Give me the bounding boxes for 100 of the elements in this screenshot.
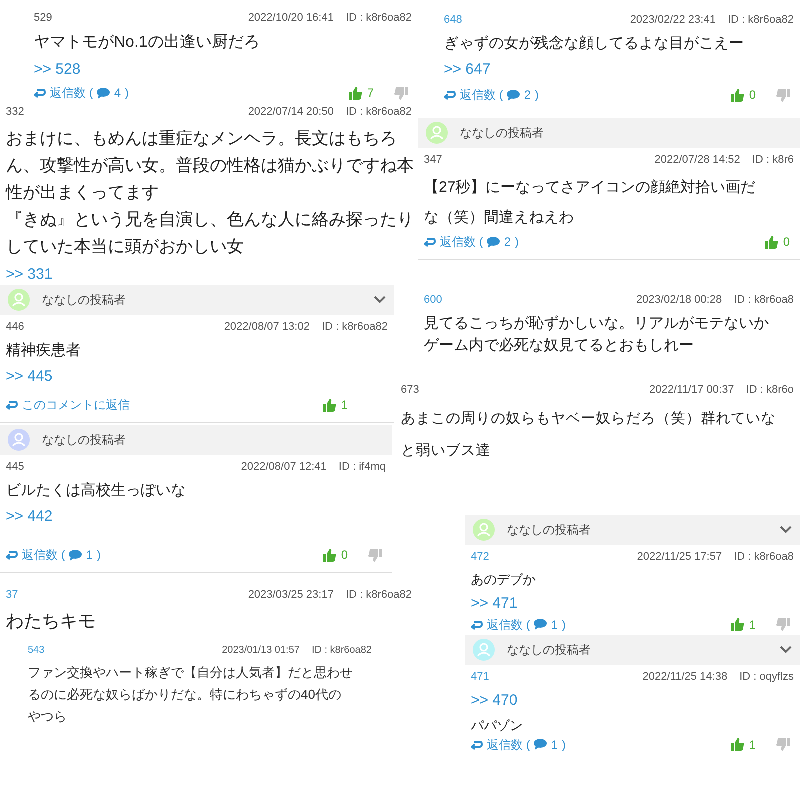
thumbs-up-icon[interactable] xyxy=(323,398,338,412)
thumbs-down-icon[interactable] xyxy=(394,86,408,100)
user-id: ID : if4mq xyxy=(338,460,386,475)
comment-text: 【27秒】にーなってさアイコンの顔絶対拾い画だ な（笑）間違えねえわ xyxy=(424,178,757,228)
thumbs-up-icon[interactable] xyxy=(731,618,746,631)
post-date: 2022/11/17 00:37 xyxy=(649,383,734,398)
post-date: 2022/07/28 14:52 xyxy=(654,153,740,168)
post-number: 673 xyxy=(401,383,420,398)
reply-arrow-icon xyxy=(471,740,483,750)
thumbs-down-icon[interactable] xyxy=(776,738,790,751)
reply-link[interactable]: 返信数 ( 1 ) xyxy=(471,616,566,633)
comment-text: あまこの周りの奴らもヤベー奴らだろ（笑）群れていな と弱いブス達 xyxy=(401,410,777,460)
reply-reference-link[interactable]: >> 471 xyxy=(471,593,518,616)
thumbs-up-icon[interactable] xyxy=(731,88,746,102)
reply-arrow-icon xyxy=(444,90,456,100)
user-id: ID : k8r6o xyxy=(746,383,794,398)
reply-link[interactable]: 返信数 ( 1 ) xyxy=(6,546,102,564)
reply-link[interactable]: 返信数 ( 4 ) xyxy=(34,84,130,102)
post-number[interactable]: 648 xyxy=(444,12,462,28)
speech-bubble-icon xyxy=(507,90,520,100)
like-button[interactable]: 0 xyxy=(731,86,756,104)
reply-link[interactable]: このコメントに返信 xyxy=(6,396,130,414)
post-date: 2022/11/25 17:57 xyxy=(637,550,722,565)
post-number: 445 xyxy=(6,460,24,475)
poster-name: ななしの投稿者 xyxy=(507,642,592,659)
thumbs-down-icon[interactable] xyxy=(368,548,382,562)
reply-arrow-icon xyxy=(471,620,483,630)
post-number[interactable]: 543 xyxy=(28,642,45,658)
like-button[interactable]: 0 xyxy=(765,233,790,251)
thumbs-up-icon[interactable] xyxy=(765,236,780,248)
like-button[interactable]: 1 xyxy=(731,736,756,753)
user-id: ID : k8r6oa8 xyxy=(734,550,794,565)
post-number: 446 xyxy=(6,320,24,335)
poster-name: ななしの投稿者 xyxy=(42,292,127,309)
post-date: 2022/11/25 14:38 xyxy=(642,670,728,685)
comment-text: 精神疾患者 xyxy=(6,340,82,360)
reply-arrow-icon xyxy=(6,550,18,560)
comment-text: おまけに、もめんは重症なメンヘラ。長文はもちろ ん、攻撃性が高い女。普段の性格は猫かぶりですね本 性が出まくってます 『きぬ』という兄を自演し、色んな人に絡み探ったり していた本当に頭がおかしい女 xyxy=(6,128,412,258)
post-date: 2022/10/20 16:41 xyxy=(248,11,334,26)
comment-text: ヤマトモがNo.1の出逢い厨だろ xyxy=(34,32,261,52)
reply-link[interactable]: 返信数 ( 1 ) xyxy=(471,736,566,753)
comment-text: ビルたくは高校生っぽいな xyxy=(6,480,187,500)
reply-arrow-icon xyxy=(424,237,436,247)
thumbs-up-icon[interactable] xyxy=(323,548,338,562)
post-number: 529 xyxy=(34,11,52,26)
chevron-down-icon[interactable] xyxy=(374,296,386,304)
like-button[interactable]: 0 xyxy=(323,546,348,564)
thumbs-up-icon[interactable] xyxy=(349,86,364,100)
user-id: ID : k8r6oa82 xyxy=(346,105,412,120)
like-button[interactable]: 1 xyxy=(731,616,756,633)
post-number: 347 xyxy=(424,153,442,168)
post-number[interactable]: 471 xyxy=(471,669,490,686)
reply-reference-link[interactable]: >> 647 xyxy=(444,59,491,82)
reply-link[interactable]: 返信数 ( 2 ) xyxy=(444,86,540,104)
thumbs-down-icon[interactable] xyxy=(776,618,790,631)
quoted-comment-text: ファン交換やハート稼ぎで【自分は人気者】だと思わせ るのに必死な奴らばかりだな。特にわちゃずの40代の やつら xyxy=(28,664,354,723)
post-date: 2023/03/25 23:17 xyxy=(248,588,334,603)
user-id: ID : k8r6oa8 xyxy=(734,293,794,308)
user-id: ID : k8r6oa82 xyxy=(312,644,372,658)
post-date: 2022/08/07 13:02 xyxy=(224,320,310,335)
chevron-down-icon[interactable] xyxy=(780,526,792,534)
reply-reference-link[interactable]: >> 331 xyxy=(6,264,53,283)
post-number[interactable]: 472 xyxy=(471,549,490,566)
post-date: 2022/08/07 12:41 xyxy=(241,460,327,475)
comment-text: ぎゃずの女が残念な顔してるよな目がこえー xyxy=(444,34,745,54)
post-date: 2023/02/22 23:41 xyxy=(630,13,716,28)
poster-name: ななしの投稿者 xyxy=(460,125,545,142)
speech-bubble-icon xyxy=(534,619,548,630)
post-number: 332 xyxy=(6,105,24,120)
thumbs-up-icon[interactable] xyxy=(731,738,746,751)
user-id: ID : k8r6oa82 xyxy=(322,320,388,335)
speech-bubble-icon xyxy=(534,739,548,750)
post-date: 2022/07/14 20:50 xyxy=(248,105,334,120)
user-id: ID : k8r6oa82 xyxy=(346,588,412,603)
post-number[interactable]: 600 xyxy=(424,292,442,308)
comment-text: パパゾン xyxy=(471,717,524,735)
like-button[interactable]: 7 xyxy=(349,84,374,102)
poster-name: ななしの投稿者 xyxy=(42,432,127,449)
thumbs-down-icon[interactable] xyxy=(776,88,790,102)
post-date: 2023/02/18 00:28 xyxy=(636,293,722,308)
reply-reference-link[interactable]: >> 442 xyxy=(6,506,53,528)
speech-bubble-icon xyxy=(69,550,82,560)
user-id: ID : k8r6oa82 xyxy=(728,13,794,28)
reply-link[interactable]: 返信数 ( 2 ) xyxy=(424,233,520,251)
reply-reference-link[interactable]: >> 470 xyxy=(471,690,518,712)
poster-name: ななしの投稿者 xyxy=(507,522,592,539)
comment-text: わたちキモ xyxy=(6,610,97,632)
user-id: ID : k8r6 xyxy=(752,153,794,168)
post-number[interactable]: 37 xyxy=(6,587,18,604)
user-id: ID : oqyflzs xyxy=(740,670,794,685)
speech-bubble-icon xyxy=(97,88,110,98)
reply-reference-link[interactable]: >> 528 xyxy=(34,58,81,81)
reply-reference-link[interactable]: >> 445 xyxy=(6,366,53,388)
chevron-down-icon[interactable] xyxy=(780,646,792,654)
user-id: ID : k8r6oa82 xyxy=(346,11,412,26)
speech-bubble-icon xyxy=(487,236,500,248)
comment-text: あのデブか xyxy=(471,570,537,588)
reply-arrow-icon xyxy=(6,400,18,410)
post-date: 2023/01/13 01:57 xyxy=(222,644,300,658)
like-button[interactable]: 1 xyxy=(323,396,348,414)
